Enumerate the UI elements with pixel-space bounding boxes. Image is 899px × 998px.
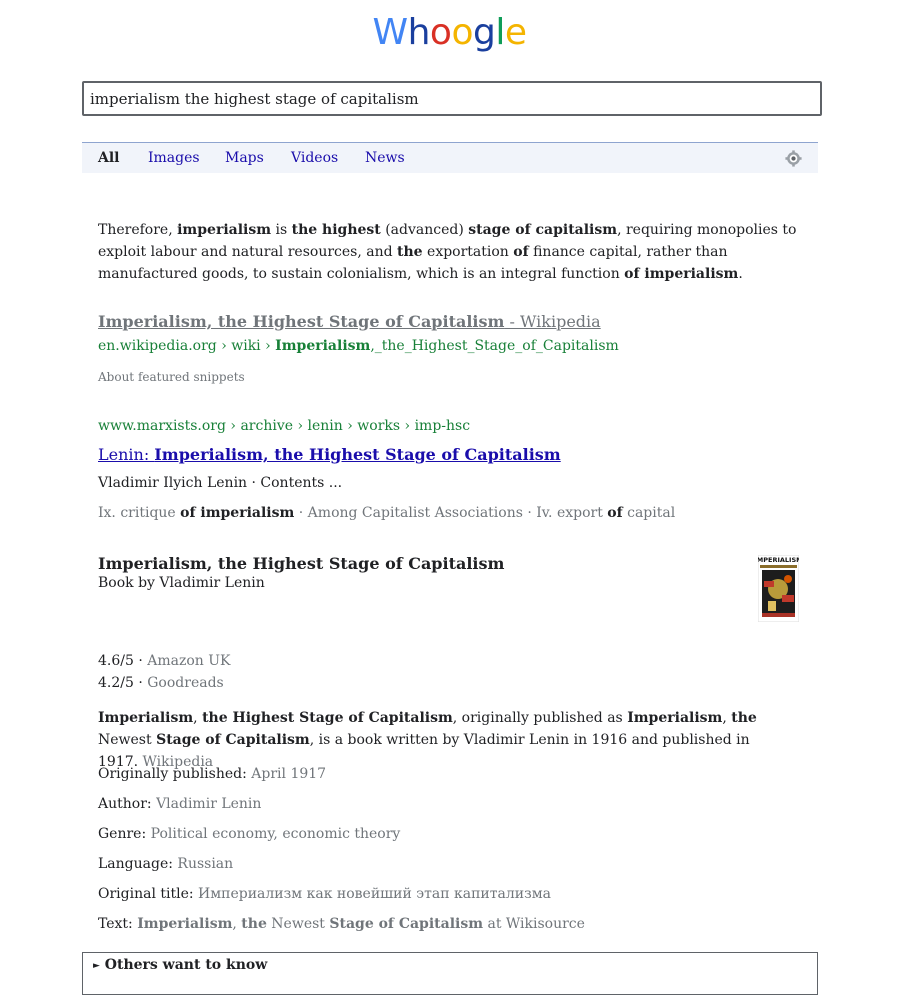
rating-score: 4.2/5 bbox=[98, 675, 134, 691]
desc-text: , bbox=[722, 710, 732, 726]
featured-snippet-title-link[interactable]: Imperialism, the Highest Stage of Capita… bbox=[98, 312, 601, 331]
desc-text: Newest bbox=[98, 732, 157, 748]
snippet-bold: the highest bbox=[291, 222, 381, 238]
featured-url-bold: Imperialism bbox=[275, 338, 371, 354]
text-fact-bold: the bbox=[241, 916, 267, 932]
featured-title-bold: Imperialism, the Highest Stage of Capita… bbox=[98, 312, 505, 331]
logo-letter: h bbox=[407, 12, 431, 53]
text-fact-bold: Stage of Capitalism bbox=[329, 916, 484, 932]
book-cover-image[interactable]: IMPERIALISM bbox=[758, 555, 799, 622]
fact-value-link[interactable]: Vladimir Lenin bbox=[156, 796, 261, 812]
rating-source-link[interactable]: Amazon UK bbox=[147, 653, 230, 669]
tab-images[interactable]: Images bbox=[148, 150, 200, 166]
tab-all[interactable]: All bbox=[98, 150, 120, 166]
snippet-text: exportation bbox=[422, 244, 514, 260]
knowledge-panel-subtitle: Book by Vladimir Lenin bbox=[98, 575, 265, 591]
others-want-to-know-label: Others want to know bbox=[104, 957, 268, 973]
featured-snippet-url: en.wikipedia.org › wiki › Imperialism,_t… bbox=[98, 338, 619, 354]
snippet-bold: of imperialism bbox=[624, 266, 739, 282]
result-title-link[interactable]: Lenin: Imperialism, the Highest Stage of… bbox=[98, 445, 561, 464]
desc-text: , originally published as bbox=[452, 710, 628, 726]
sitelink-bold: of imperialism bbox=[180, 505, 295, 521]
snippet-text: . bbox=[738, 266, 743, 282]
sitelink-text: · Among Capitalist Associations · Iv. ex… bbox=[294, 505, 608, 521]
text-fact-text: at Wikisource bbox=[483, 916, 585, 932]
rating-source-link[interactable]: Goodreads bbox=[147, 675, 223, 691]
logo-letter: g bbox=[472, 12, 496, 53]
rating-amazon: 4.6/5 · Amazon UK bbox=[98, 653, 231, 669]
result-url: www.marxists.org › archive › lenin › wor… bbox=[98, 418, 471, 434]
fact-label: Original title: bbox=[98, 886, 199, 902]
desc-bold: the bbox=[731, 710, 757, 726]
fact-label: Author: bbox=[98, 796, 157, 812]
tab-videos[interactable]: Videos bbox=[291, 150, 338, 166]
desc-bold: Imperialism bbox=[627, 710, 723, 726]
text-fact-text: , bbox=[232, 916, 242, 932]
featured-url-rest: ,_the_Highest_Stage_of_Capitalism bbox=[370, 338, 619, 354]
sitelink-bold: of bbox=[607, 505, 623, 521]
snippet-text: Therefore, bbox=[98, 222, 178, 238]
whoogle-logo[interactable]: Whoogle bbox=[0, 12, 899, 53]
sitelink-text: capital bbox=[622, 505, 676, 521]
rating-goodreads: 4.2/5 · Goodreads bbox=[98, 675, 224, 691]
logo-letter: o bbox=[451, 12, 473, 53]
snippet-bold: the bbox=[397, 244, 423, 260]
fact-value-link[interactable]: Imperialism, the Newest Stage of Capital… bbox=[137, 916, 585, 932]
fact-value-link[interactable]: Russian bbox=[177, 856, 233, 872]
fact-value-link[interactable]: Political economy, economic theory bbox=[151, 826, 401, 842]
featured-snippet-text: Therefore, imperialism is the highest (a… bbox=[98, 219, 798, 285]
fact-label: Language: bbox=[98, 856, 178, 872]
logo-letter: l bbox=[495, 12, 505, 53]
fact-label: Originally published: bbox=[98, 766, 252, 782]
result-snippet: Vladimir Ilyich Lenin · Contents ... bbox=[98, 475, 343, 491]
snippet-bold: of bbox=[513, 244, 529, 260]
snippet-bold: imperialism bbox=[177, 222, 272, 238]
fact-author: Author: Vladimir Lenin bbox=[98, 796, 261, 812]
fact-text: Text: Imperialism, the Newest Stage of C… bbox=[98, 916, 585, 932]
others-want-to-know-section[interactable]: ► Others want to know bbox=[82, 952, 818, 995]
logo-letter: W bbox=[372, 12, 408, 53]
tab-news[interactable]: News bbox=[365, 150, 405, 166]
snippet-text: is bbox=[271, 222, 292, 238]
desc-bold: Stage of Capitalism bbox=[156, 732, 310, 748]
result-sitelinks[interactable]: Ix. critique of imperialism · Among Capi… bbox=[98, 505, 675, 521]
fact-value: Империализм как новейший этап капитализм… bbox=[198, 886, 551, 902]
fact-originally-published: Originally published: April 1917 bbox=[98, 766, 326, 782]
fact-language: Language: Russian bbox=[98, 856, 233, 872]
featured-title-source: - Wikipedia bbox=[504, 312, 601, 331]
tab-maps[interactable]: Maps bbox=[225, 150, 264, 166]
knowledge-panel-title: Imperialism, the Highest Stage of Capita… bbox=[98, 554, 505, 573]
desc-bold: Imperialism bbox=[98, 710, 194, 726]
knowledge-panel-description: Imperialism, the Highest Stage of Capita… bbox=[98, 707, 778, 773]
expand-triangle-icon: ► bbox=[93, 961, 100, 971]
logo-letter: o bbox=[429, 12, 452, 53]
fact-label: Genre: bbox=[98, 826, 151, 842]
search-tabs-bar: All Images Maps Videos News bbox=[82, 142, 818, 173]
desc-bold: the Highest Stage of Capitalism bbox=[202, 710, 453, 726]
about-featured-snippets-link[interactable]: About featured snippets bbox=[98, 370, 245, 384]
rating-score: 4.6/5 bbox=[98, 653, 134, 669]
result-title-prefix: Lenin: bbox=[98, 445, 155, 464]
search-input[interactable] bbox=[82, 81, 822, 116]
logo-letter: e bbox=[504, 12, 527, 53]
desc-text: , bbox=[193, 710, 203, 726]
fact-genre: Genre: Political economy, economic theor… bbox=[98, 826, 400, 842]
book-cover-title: IMPERIALISM bbox=[758, 556, 799, 564]
fact-original-title: Original title: Империализм как новейший… bbox=[98, 886, 551, 902]
featured-url-plain: en.wikipedia.org › wiki › bbox=[98, 338, 276, 354]
snippet-text: (advanced) bbox=[380, 222, 469, 238]
sitelink-text: Ix. critique bbox=[98, 505, 181, 521]
text-fact-text: Newest bbox=[266, 916, 330, 932]
result-title-bold: Imperialism, the Highest Stage of Capita… bbox=[154, 445, 561, 464]
fact-value: April 1917 bbox=[251, 766, 327, 782]
snippet-bold: stage of capitalism bbox=[468, 222, 618, 238]
text-fact-bold: Imperialism bbox=[137, 916, 233, 932]
fact-label: Text: bbox=[98, 916, 138, 932]
gear-icon[interactable] bbox=[785, 150, 802, 167]
